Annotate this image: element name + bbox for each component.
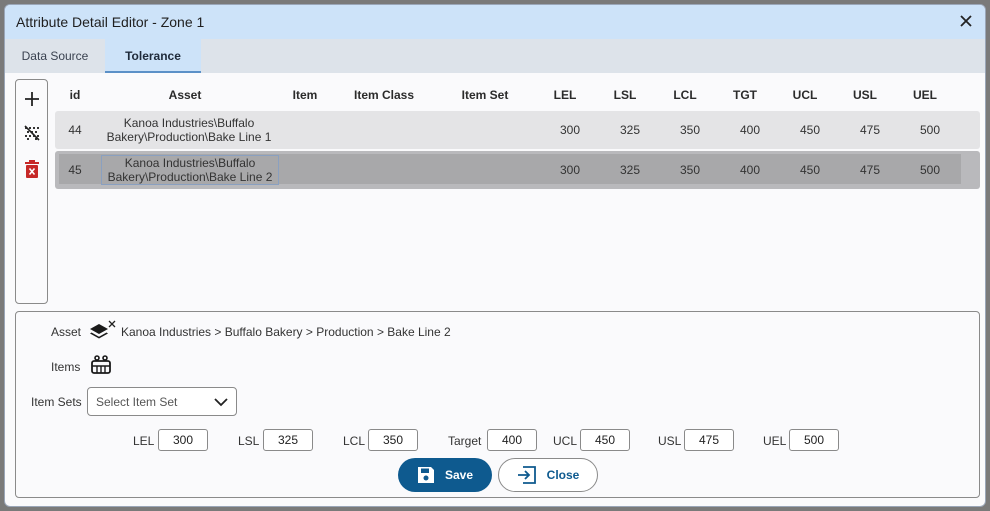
window-title: Attribute Detail Editor - Zone 1: [16, 14, 205, 30]
column-header-ucl[interactable]: UCL: [785, 85, 825, 105]
layers-icon: [90, 324, 108, 339]
close-window-button[interactable]: [955, 10, 977, 32]
close-button-label: Close: [546, 468, 580, 482]
cell-ucl: 450: [799, 163, 821, 177]
column-header-tgt[interactable]: TGT: [725, 85, 765, 105]
usl-label: USL: [658, 434, 682, 448]
target-label: Target: [448, 434, 482, 448]
cell-lel: 300: [559, 123, 581, 137]
cell-tgt: 400: [739, 123, 761, 137]
asset-label: Asset: [51, 325, 82, 339]
item-set-placeholder: Select Item Set: [96, 395, 178, 409]
tab-tolerance[interactable]: Tolerance: [105, 39, 201, 73]
plus-icon: [25, 92, 39, 106]
items-label: Items: [51, 360, 81, 374]
column-header-lcl[interactable]: LCL: [665, 85, 705, 105]
add-row-button[interactable]: [21, 88, 43, 110]
trash-icon: [25, 160, 39, 178]
lcl-field[interactable]: 350: [368, 429, 418, 451]
detail-panel: Asset Kanoa Industries > Buffalo Bakery …: [15, 311, 980, 498]
clear-filter-icon: [24, 125, 40, 141]
lcl-label: LCL: [343, 434, 366, 448]
target-field[interactable]: 400: [487, 429, 537, 451]
clear-asset-icon[interactable]: [108, 320, 116, 328]
delete-row-button[interactable]: [21, 158, 43, 180]
floppy-disk-icon: [417, 467, 434, 483]
column-header-asset[interactable]: Asset: [101, 85, 269, 105]
cell-usl: 475: [859, 163, 881, 177]
cell-lsl: 325: [619, 123, 641, 137]
item-sets-label: Item Sets: [31, 395, 82, 409]
lsl-field[interactable]: 325: [263, 429, 313, 451]
cell-id: 44: [68, 123, 82, 137]
column-header-uel[interactable]: UEL: [905, 85, 945, 105]
cell-asset: Kanoa Industries\Buffalo Bakery\Producti…: [101, 155, 279, 185]
attribute-detail-editor-dialog: Attribute Detail Editor - Zone 1 Data So…: [4, 4, 986, 507]
items-picker-button[interactable]: [90, 354, 112, 376]
column-header-item-class[interactable]: Item Class: [341, 85, 427, 105]
column-header-id[interactable]: id: [59, 85, 91, 105]
column-header-item[interactable]: Item: [279, 85, 331, 105]
column-header-item-set[interactable]: Item Set: [445, 85, 525, 105]
cell-ucl: 450: [799, 123, 821, 137]
asset-picker-button[interactable]: [88, 320, 116, 344]
chevron-down-icon: [214, 398, 228, 407]
cell-uel: 500: [919, 123, 941, 137]
cell-lel: 300: [559, 163, 581, 177]
title-bar: Attribute Detail Editor - Zone 1: [5, 5, 985, 39]
uel-label: UEL: [763, 434, 787, 448]
column-header-usl[interactable]: USL: [845, 85, 885, 105]
cell-uel: 500: [919, 163, 941, 177]
ucl-field[interactable]: 450: [580, 429, 630, 451]
lel-field[interactable]: 300: [158, 429, 208, 451]
items-icon: [91, 355, 111, 374]
cell-asset: Kanoa Industries\Buffalo Bakery\Producti…: [106, 116, 272, 144]
column-header-lsl[interactable]: LSL: [605, 85, 645, 105]
cell-usl: 475: [859, 123, 881, 137]
cell-lcl: 350: [679, 123, 701, 137]
save-button[interactable]: Save: [398, 458, 492, 492]
lel-label: LEL: [133, 434, 155, 448]
uel-field[interactable]: 500: [789, 429, 839, 451]
cell-tgt: 400: [739, 163, 761, 177]
lsl-label: LSL: [238, 434, 260, 448]
tab-bar: Data Source Tolerance: [5, 39, 985, 73]
tab-data-source[interactable]: Data Source: [5, 39, 105, 73]
item-set-select[interactable]: Select Item Set: [87, 387, 237, 416]
cell-id: 45: [68, 163, 82, 177]
save-button-label: Save: [444, 468, 474, 482]
close-icon: [960, 15, 972, 27]
asset-path: Kanoa Industries > Buffalo Bakery > Prod…: [121, 325, 451, 339]
grid-toolbar: [15, 79, 48, 304]
clear-filter-button[interactable]: [21, 122, 43, 144]
ucl-label: UCL: [553, 434, 578, 448]
close-button[interactable]: Close: [498, 458, 598, 492]
cell-lsl: 325: [619, 163, 641, 177]
column-header-lel[interactable]: LEL: [545, 85, 585, 105]
table-row[interactable]: 44 Kanoa Industries\Buffalo Bakery\Produ…: [55, 111, 980, 149]
usl-field[interactable]: 475: [684, 429, 734, 451]
cell-lcl: 350: [679, 163, 701, 177]
exit-icon: [517, 466, 536, 484]
table-row-selected[interactable]: 45 Kanoa Industries\Buffalo Bakery\Produ…: [55, 151, 980, 189]
